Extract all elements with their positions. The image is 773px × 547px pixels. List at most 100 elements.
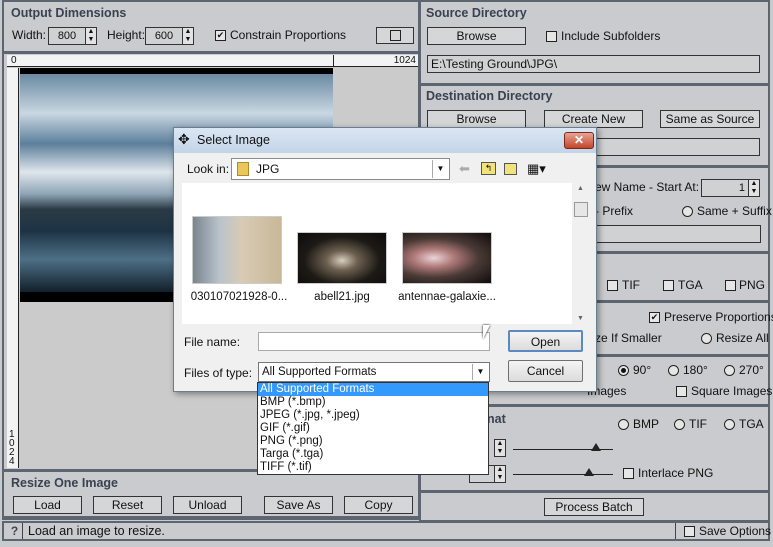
look-in-value: JPG [256,162,280,176]
files-of-type-select[interactable]: All Supported Formats ▼ [258,362,490,382]
resize-all-label: Resize All [716,331,769,345]
chevron-down-icon: ▼ [472,364,488,380]
dialog-titlebar[interactable]: ✥ Select Image ✕ [174,128,596,153]
type-option[interactable]: PNG (*.png) [258,435,488,448]
same-suffix-label: Same + Suffix [697,204,772,218]
tif-checkbox[interactable] [607,280,618,291]
rename-field[interactable] [571,225,761,243]
source-section: Source Directory Browse Include Subfolde… [421,2,768,86]
move-icon: ✥ [178,131,190,147]
png-checkbox[interactable] [725,280,736,291]
type-option[interactable]: All Supported Formats [258,383,488,396]
png-label: PNG [739,278,766,292]
up-folder-icon[interactable]: ↰ [481,162,496,175]
preserve-proportions-checkbox[interactable]: ✔ [649,312,660,323]
file-name: abell21.jpg [314,291,370,303]
width-stepper[interactable]: ▲ ▼ [85,27,97,45]
quality-stepper[interactable]: ▲ ▼ [494,439,506,457]
preserve-proportions-label: Preserve Proportions [664,310,773,324]
type-option[interactable]: JPEG (*.jpg, *.jpeg) [258,409,488,422]
destination-browse-button[interactable]: Browse [427,110,526,128]
tif-radio[interactable] [674,419,685,430]
square-images-label: Square Images [691,384,773,398]
file-thumbnail [192,216,282,284]
tga-checkbox[interactable] [663,280,674,291]
fit-button[interactable] [376,27,414,44]
constrain-checkbox[interactable]: ✔ [215,30,226,41]
rotate-270-label: 270° [739,363,764,377]
view-menu-icon[interactable]: ▦▾ [527,161,546,177]
save-as-button[interactable]: Save As [264,496,333,514]
reset-button[interactable]: Reset [93,496,162,514]
process-batch-button[interactable]: Process Batch [544,498,644,516]
tif-format-label: TIF [689,417,707,431]
quality-slider-thumb[interactable] [591,443,601,451]
file-name-input[interactable] [258,332,490,351]
cancel-button[interactable]: Cancel [508,360,583,382]
same-suffix-radio[interactable] [682,206,693,217]
type-option[interactable]: Targa (*.tga) [258,448,488,461]
source-path-field[interactable]: E:\Testing Ground\JPG\ [427,55,760,73]
dialog-title: Select Image [197,133,270,147]
compression-slider-thumb[interactable] [584,468,594,476]
output-dimensions-title: Output Dimensions [11,6,127,20]
files-of-type-value: All Supported Formats [262,366,377,378]
copy-button[interactable]: Copy [344,496,413,514]
tga-radio[interactable] [724,419,735,430]
create-new-button[interactable]: Create New [544,110,643,128]
bmp-radio[interactable] [618,419,629,430]
compression-stepper[interactable]: ▲ ▼ [494,465,506,483]
status-message: Load an image to resize. [28,524,165,538]
width-input[interactable]: 800 [48,27,86,45]
file-name: 030107021928-0... [190,291,288,303]
resize-all-radio[interactable] [701,333,712,344]
source-browse-button[interactable]: Browse [427,27,526,45]
fit-icon [389,30,401,41]
rotate-90-radio[interactable] [618,365,629,376]
type-option[interactable]: BMP (*.bmp) [258,396,488,409]
rotate-90-label: 90° [633,363,652,377]
height-input[interactable]: 600 [145,27,183,45]
type-option[interactable]: GIF (*.gif) [258,422,488,435]
horizontal-ruler: 0 1024 [7,55,418,67]
load-button[interactable]: Load [13,496,82,514]
folder-icon [237,162,249,176]
unload-button[interactable]: Unload [173,496,242,514]
height-stepper[interactable]: ▲ ▼ [182,27,194,45]
source-title: Source Directory [426,6,527,20]
file-name: antennae-galaxie... [398,291,496,303]
bmp-label: BMP [633,417,660,431]
interlace-png-checkbox[interactable] [623,468,634,479]
scrollbar-thumb[interactable] [574,202,588,217]
ruler-v-end: 1024 [9,429,15,467]
file-list[interactable]: ▲ ▼ 030107021928-0... abell21.jpg antenn… [182,183,590,324]
type-option[interactable]: TIFF (*.tif) [258,461,488,474]
start-at-input[interactable]: 1 [701,179,749,197]
tga-label: TGA [678,278,703,292]
square-images-checkbox[interactable] [676,386,687,397]
rotate-180-label: 180° [683,363,708,377]
open-button[interactable]: Open [508,330,583,352]
new-folder-icon[interactable] [504,163,517,175]
include-subfolders-label: Include Subfolders [561,29,661,43]
prefix-label: - Prefix [595,204,634,218]
start-at-stepper[interactable]: ▲ ▼ [748,179,760,197]
select-image-dialog: ✥ Select Image ✕ Look in: JPG ▼ ⬅ ↰ ▦▾ ▲… [173,127,597,392]
ruler-end: 1024 [393,55,416,66]
scrollbar[interactable]: ▲ ▼ [572,183,590,324]
save-options-checkbox[interactable] [684,526,695,537]
look-in-select[interactable]: JPG ▼ [231,158,450,180]
include-subfolders-checkbox[interactable] [546,31,557,42]
same-as-source-button[interactable]: Same as Source [660,110,760,128]
close-button[interactable]: ✕ [564,132,594,149]
back-icon[interactable]: ⬅ [459,161,470,177]
compression-slider-track[interactable] [513,474,613,475]
help-button[interactable]: ? [7,523,23,539]
vertical-ruler: 1024 [7,68,19,468]
rotate-270-radio[interactable] [724,365,735,376]
files-of-type-dropdown: All Supported Formats BMP (*.bmp) JPEG (… [257,382,489,475]
rotate-180-radio[interactable] [668,365,679,376]
start-at-label: ew Name - Start At: [595,180,700,194]
file-thumbnail [297,232,387,284]
constrain-label: Constrain Proportions [230,28,347,42]
